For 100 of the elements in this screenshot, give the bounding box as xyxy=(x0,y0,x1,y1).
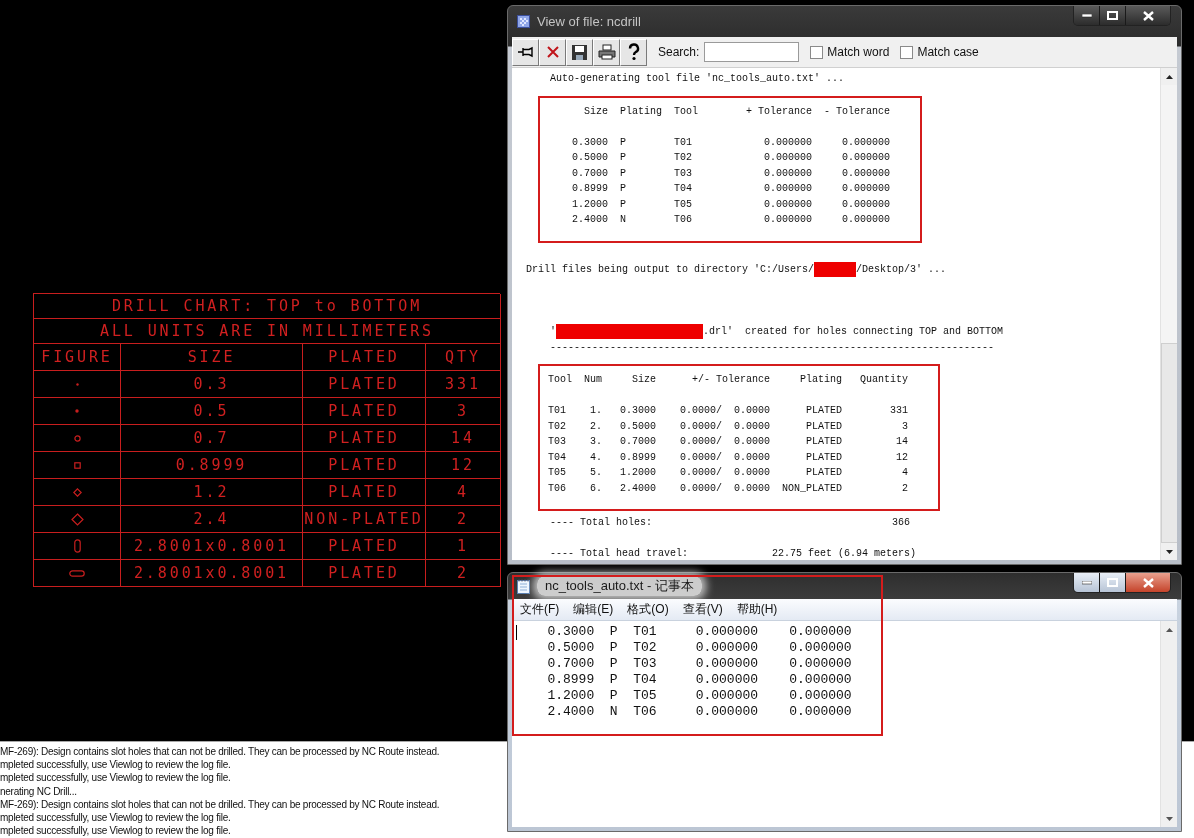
up-arrow-icon xyxy=(1165,627,1173,632)
checkbox-label[interactable]: Match case xyxy=(917,45,979,59)
slot-icon xyxy=(73,539,81,553)
printer-icon xyxy=(597,44,616,60)
checkbox[interactable] xyxy=(900,45,914,59)
down-arrow-icon xyxy=(1165,549,1173,554)
help-icon xyxy=(626,43,641,61)
print-button[interactable] xyxy=(593,38,620,66)
output-line: 0.7000 P T03 0.000000 0.000000 xyxy=(571,166,891,181)
minimize-icon xyxy=(1081,580,1092,585)
table-cell: PLATED xyxy=(303,560,426,587)
slot-icon xyxy=(69,569,85,577)
table-cell: 1.2 xyxy=(121,479,303,506)
notepad-icon xyxy=(517,578,530,594)
output-line: 0.3000 P T01 0.000000 0.000000 xyxy=(571,135,891,150)
scrollbar[interactable] xyxy=(1160,68,1177,560)
search-label: Search: xyxy=(658,45,700,59)
log-line: mpleted successfully, use Viewlog to review the log file. xyxy=(0,811,231,825)
save-button[interactable] xyxy=(566,38,593,66)
app-icon xyxy=(517,15,530,28)
table-cell: 1 xyxy=(426,533,501,560)
log-line: mpleted successfully, use Viewlog to review the log file. xyxy=(0,771,231,785)
menu-item[interactable]: 查看(V) xyxy=(682,601,723,618)
table-cell: 2.8001x0.8001 xyxy=(121,560,303,587)
table-cell: NON-PLATED xyxy=(303,506,426,533)
table-cell: 2 xyxy=(426,560,501,587)
pin-icon xyxy=(516,46,535,58)
close-icon xyxy=(545,45,560,59)
log-line: nerating NC Drill... xyxy=(0,784,77,798)
scrollbar[interactable] xyxy=(1160,621,1177,827)
up-arrow-icon xyxy=(1165,74,1173,79)
menu-item[interactable]: 文件(F) xyxy=(520,601,560,618)
chart-subtitle: ALL UNITS ARE IN MILLIMETERS xyxy=(34,319,501,344)
output-line: Tool Num Size +/- Tolerance Plating Quantity xyxy=(548,373,909,387)
output-line: ---- Total holes: 366 xyxy=(549,516,912,530)
checkbox-label[interactable]: Match word xyxy=(827,45,890,59)
close-button[interactable] xyxy=(1125,573,1170,592)
close-icon xyxy=(1142,577,1154,588)
window-title: nc_tools_auto.txt - 记事本 xyxy=(537,576,702,596)
menu-item[interactable]: 格式(O) xyxy=(627,601,669,618)
log-line: MF-269): Design contains slot holes that can not be drilled. They can be processed by NC Route instead. xyxy=(0,745,440,759)
maximize-icon xyxy=(1107,11,1118,20)
output-text: /Desktop/3' ... xyxy=(856,264,947,275)
table-cell: 0.3 xyxy=(121,371,303,398)
close-icon xyxy=(1142,10,1154,21)
close-file-button[interactable] xyxy=(539,38,566,66)
table-cell: 2 xyxy=(426,506,501,533)
output-text: .drl' created for holes connecting TOP and BOTTOM xyxy=(703,326,1004,337)
dot-icon xyxy=(75,409,79,413)
table-cell: 4 xyxy=(426,479,501,506)
pin-button[interactable] xyxy=(512,38,539,66)
text-cursor xyxy=(516,625,517,640)
output-line: 1.2000 P T05 0.000000 0.000000 xyxy=(571,197,891,212)
table-cell: 3 xyxy=(426,398,501,425)
circle-icon xyxy=(73,434,81,442)
table-cell: 0.7 xyxy=(121,425,303,452)
minimize-button[interactable] xyxy=(1074,6,1099,25)
output-line: T03 3. 0.7000 0.0000/ 0.0000 PLATED 14 xyxy=(548,435,909,449)
output-line: T06 6. 2.4000 0.0000/ 0.0000 NON_PLATED 2 xyxy=(548,481,909,496)
output-text: ' xyxy=(549,326,556,337)
diamond-icon xyxy=(70,512,84,526)
log-line: MF-269): Design contains slot holes that can not be drilled. They can be processed by NC Route instead. xyxy=(0,797,440,811)
checkbox[interactable] xyxy=(810,45,824,59)
output-line: ---- Total head travel: 22.75 feet (6.94 meters) xyxy=(549,547,918,561)
table-cell: PLATED xyxy=(303,398,426,425)
text-line: 0.5000 P T02 0.000000 0.000000 xyxy=(546,640,853,656)
output-line: T01 1. 0.3000 0.0000/ 0.0000 PLATED 331 xyxy=(548,404,909,418)
text-line: 0.3000 P T01 0.000000 0.000000 xyxy=(546,624,853,640)
output-line: -------------------------------------------------------------------------- xyxy=(549,340,996,355)
table-cell: 0.5 xyxy=(121,398,303,425)
log-line: mpleted successfully, use Viewlog to review the log file. xyxy=(0,758,231,772)
menu-item[interactable]: 帮助(H) xyxy=(736,601,778,618)
maximize-button[interactable] xyxy=(1099,573,1125,592)
down-arrow-icon xyxy=(1165,816,1173,821)
help-button[interactable] xyxy=(620,38,647,66)
table-cell: PLATED xyxy=(303,371,426,398)
save-icon xyxy=(571,43,588,61)
table-cell: PLATED xyxy=(303,425,426,452)
close-button[interactable] xyxy=(1125,6,1170,25)
scroll-thumb[interactable] xyxy=(1161,343,1177,543)
chart-title: DRILL CHART: TOP to BOTTOM xyxy=(34,294,501,319)
text-line: 1.2000 P T05 0.000000 0.000000 xyxy=(546,688,853,704)
output-text: Drill files being output to directory 'C:/Users/ xyxy=(526,264,815,275)
dot-icon xyxy=(75,382,79,386)
table-cell: 331 xyxy=(426,371,501,398)
table-cell: 2.8001x0.8001 xyxy=(121,533,303,560)
output-line: Size Plating Tool + Tolerance - Tolerance xyxy=(583,104,891,119)
column-header: SIZE xyxy=(121,344,303,371)
table-cell: 14 xyxy=(426,425,501,452)
diamond-icon xyxy=(72,487,82,497)
table-cell: PLATED xyxy=(303,533,426,560)
column-header: FIGURE xyxy=(34,344,121,371)
table-cell: PLATED xyxy=(303,452,426,479)
search-field[interactable] xyxy=(704,42,800,62)
redaction-mark xyxy=(814,262,857,277)
table-cell: PLATED xyxy=(303,479,426,506)
text-line: 0.8999 P T04 0.000000 0.000000 xyxy=(546,672,853,688)
menu-item[interactable]: 编辑(E) xyxy=(573,601,614,618)
maximize-button[interactable] xyxy=(1099,6,1125,25)
output-line: 0.5000 P T02 0.000000 0.000000 xyxy=(571,151,891,165)
